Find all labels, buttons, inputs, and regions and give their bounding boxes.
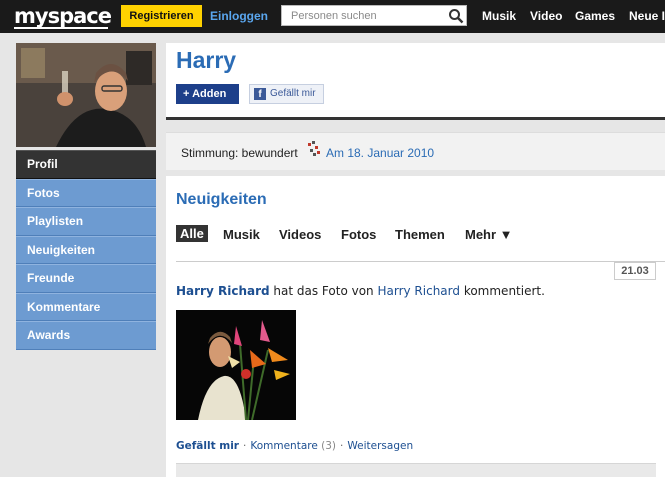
tab-alle[interactable]: Alle <box>176 225 208 242</box>
tab-mehr[interactable]: Mehr ▼ <box>465 227 513 242</box>
share-link[interactable]: Weitersagen <box>347 440 413 452</box>
search-box <box>281 5 467 26</box>
mood-icon <box>308 141 320 156</box>
tab-fotos[interactable]: Fotos <box>341 227 376 242</box>
action-separator: · <box>243 440 247 452</box>
post-date-badge: 21.03 <box>614 262 656 280</box>
login-link[interactable]: Einloggen <box>210 9 268 23</box>
tab-videos[interactable]: Videos <box>279 227 321 242</box>
logo-underline <box>14 27 108 29</box>
mood-text: Stimmung: bewundert <box>181 146 298 160</box>
nav-music[interactable]: Musik <box>482 9 516 23</box>
profile-name: Harry <box>176 47 237 73</box>
facebook-like-button[interactable]: f Gefällt mir <box>249 84 324 104</box>
nav-new[interactable]: Neue I <box>629 9 665 23</box>
header-divider <box>166 117 665 120</box>
myspace-logo[interactable]: myspace <box>14 4 112 28</box>
tab-themen[interactable]: Themen <box>395 227 445 242</box>
sidebar-item-fotos[interactable]: Fotos <box>16 178 156 207</box>
sidebar-item-profil[interactable]: Profil <box>16 150 156 179</box>
feed-title: Neuigkeiten <box>176 191 267 208</box>
nav-games[interactable]: Games <box>575 9 615 23</box>
sidebar-item-freunde[interactable]: Freunde <box>16 264 156 293</box>
tab-musik[interactable]: Musik <box>223 227 260 242</box>
sidebar-item-neuigkeiten[interactable]: Neuigkeiten <box>16 235 156 264</box>
sidebar-item-playlisten[interactable]: Playlisten <box>16 207 156 236</box>
post-photo[interactable] <box>176 310 296 420</box>
comment-input-area[interactable] <box>176 463 656 477</box>
profile-side-nav: Profil Fotos Playlisten Neuigkeiten Freu… <box>16 150 156 350</box>
comments-count: (3) <box>321 440 337 452</box>
profile-photo[interactable] <box>16 43 156 147</box>
search-input[interactable] <box>282 6 442 25</box>
like-action[interactable]: Gefällt mir <box>176 440 239 452</box>
register-button[interactable]: Registrieren <box>121 5 202 27</box>
facebook-icon: f <box>254 88 266 100</box>
post-verb: hat das Foto von <box>269 284 378 298</box>
action-separator: · <box>340 440 344 452</box>
plus-icon: + <box>183 88 193 100</box>
search-icon[interactable] <box>447 7 465 25</box>
mood-date[interactable]: Am 18. Januar 2010 <box>326 146 434 160</box>
tab-divider <box>176 261 665 262</box>
like-label: Gefällt mir <box>270 88 316 99</box>
profile-header <box>166 43 665 120</box>
post-tail: kommentiert. <box>460 284 545 298</box>
nav-video[interactable]: Video <box>530 9 562 23</box>
post-target-link[interactable]: Harry Richard <box>377 284 460 298</box>
sidebar-item-kommentare[interactable]: Kommentare <box>16 292 156 321</box>
comments-link[interactable]: Kommentare <box>250 440 317 452</box>
sidebar-item-awards[interactable]: Awards <box>16 321 156 350</box>
post-actor-link[interactable]: Harry Richard <box>176 284 270 298</box>
add-label: Adden <box>192 88 227 100</box>
post-text: Harry Richard hat das Foto von Harry Ric… <box>176 284 545 298</box>
add-friend-button[interactable]: + Adden <box>176 84 239 104</box>
post-actions: Gefällt mir · Kommentare (3) · Weitersagen <box>176 440 413 452</box>
